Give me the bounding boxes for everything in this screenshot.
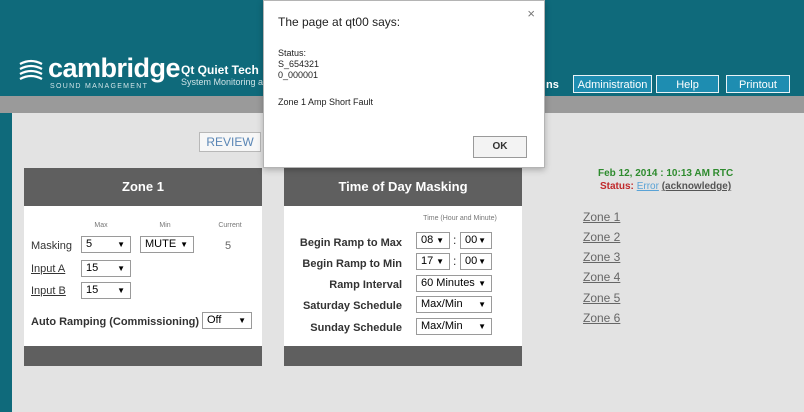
masking-min-select[interactable]: MUTE ▼	[140, 236, 194, 253]
input-b-select[interactable]: 15 ▼	[81, 282, 131, 299]
col-max-header: Max	[94, 222, 108, 229]
dialog-status-code-2: 0_000001	[278, 70, 319, 80]
tod-panel-title: Time of Day Masking	[284, 168, 522, 206]
auto-ramping-select[interactable]: Off ▼	[202, 312, 252, 329]
begin-max-minute-select[interactable]: 00 ▼	[460, 232, 492, 249]
logo-wordmark: cambridge	[48, 53, 181, 83]
begin-max-label: Begin Ramp to Max	[299, 237, 402, 249]
sunday-schedule-value: Max/Min	[421, 320, 463, 332]
saturday-schedule-select[interactable]: Max/Min ▼	[416, 296, 492, 313]
nav-partial-label[interactable]: ns	[546, 79, 559, 91]
masking-max-select[interactable]: 5 ▼	[81, 236, 131, 253]
chevron-down-icon: ▼	[436, 257, 444, 266]
begin-min-minute-select[interactable]: 00 ▼	[460, 253, 492, 270]
chevron-down-icon: ▼	[117, 286, 125, 295]
chevron-down-icon: ▼	[180, 240, 188, 249]
sunday-schedule-label: Sunday Schedule	[310, 322, 402, 334]
dialog-title: The page at qt00 says:	[278, 15, 401, 29]
tod-panel-footer	[284, 346, 522, 366]
status-error-link[interactable]: Error	[637, 181, 659, 192]
sunday-schedule-select[interactable]: Max/Min ▼	[416, 318, 492, 335]
auto-ramping-label: Auto Ramping (Commissioning)	[31, 316, 200, 328]
begin-max-minute-value: 00	[465, 234, 478, 246]
zone-link-3[interactable]: Zone 3	[583, 250, 620, 264]
begin-max-hour-select[interactable]: 08 ▼	[416, 232, 450, 249]
dialog-status-label: Status:	[278, 48, 307, 58]
product-subtitle: System Monitoring a	[181, 77, 264, 87]
input-b-link[interactable]: Input B	[31, 285, 66, 297]
auto-ramping-value: Off	[207, 314, 222, 326]
ok-button[interactable]: OK	[473, 136, 527, 158]
chevron-down-icon: ▼	[478, 257, 486, 266]
acknowledge-link[interactable]: (acknowledge)	[662, 181, 731, 192]
zone-link-5[interactable]: Zone 5	[583, 291, 620, 305]
chevron-down-icon: ▼	[478, 279, 486, 288]
time-column-header: Time (Hour and Minute)	[423, 215, 497, 222]
begin-min-minute-value: 00	[465, 255, 478, 267]
input-a-link[interactable]: Input A	[31, 263, 65, 275]
col-current-header: Current	[218, 222, 242, 229]
nav-help-button[interactable]: Help	[656, 75, 719, 93]
dialog-status-code-1: S_654321	[278, 59, 320, 69]
status-key: Status:	[600, 181, 634, 192]
begin-min-hour-select[interactable]: 17 ▼	[416, 253, 450, 270]
time-separator: :	[453, 254, 457, 268]
begin-min-label: Begin Ramp to Min	[302, 258, 402, 270]
input-a-select[interactable]: 15 ▼	[81, 260, 131, 277]
chevron-down-icon: ▼	[478, 300, 486, 309]
saturday-schedule-label: Saturday Schedule	[302, 300, 402, 312]
zone1-panel-footer	[24, 346, 262, 366]
rtc-timestamp: Feb 12, 2014 : 10:13 AM RTC	[598, 168, 734, 179]
review-button[interactable]: REVIEW	[199, 132, 261, 152]
logo-subtitle: SOUND MANAGEMENT	[50, 83, 149, 90]
status-line: Status: Error (acknowledge)	[600, 181, 731, 192]
product-name: Qt Quiet Tech	[181, 63, 259, 77]
masking-current-value: 5	[225, 240, 232, 252]
chevron-down-icon: ▼	[117, 264, 125, 273]
dialog-fault-message: Zone 1 Amp Short Fault	[278, 97, 374, 107]
zone-link-2[interactable]: Zone 2	[583, 230, 620, 244]
begin-max-hour-value: 08	[421, 234, 434, 246]
begin-min-hour-value: 17	[421, 255, 434, 267]
ramp-interval-select[interactable]: 60 Minutes ▼	[416, 275, 492, 292]
chevron-down-icon: ▼	[117, 240, 125, 249]
masking-max-value: 5	[86, 238, 93, 250]
col-min-header: Min	[159, 222, 171, 229]
masking-label: Masking	[31, 240, 72, 252]
masking-min-value: MUTE	[145, 238, 177, 250]
input-b-value: 15	[86, 284, 99, 296]
ramp-interval-value: 60 Minutes	[421, 277, 475, 289]
zone1-panel-title: Zone 1	[24, 168, 262, 206]
chevron-down-icon: ▼	[478, 236, 486, 245]
chevron-down-icon: ▼	[436, 236, 444, 245]
close-icon[interactable]: ×	[527, 6, 535, 21]
nav-printout-button[interactable]: Printout	[726, 75, 790, 93]
chevron-down-icon: ▼	[478, 322, 486, 331]
alert-dialog: The page at qt00 says: × Status: S_65432…	[263, 0, 545, 168]
time-separator: :	[453, 233, 457, 247]
chevron-down-icon: ▼	[238, 316, 246, 325]
zone-link-1[interactable]: Zone 1	[583, 210, 620, 224]
zone-link-6[interactable]: Zone 6	[583, 311, 620, 325]
zone-link-4[interactable]: Zone 4	[583, 270, 620, 284]
sound-waves-icon	[19, 59, 43, 80]
saturday-schedule-value: Max/Min	[421, 298, 463, 310]
nav-administration-button[interactable]: Administration	[573, 75, 652, 93]
input-a-value: 15	[86, 262, 99, 274]
ramp-interval-label: Ramp Interval	[329, 279, 402, 291]
